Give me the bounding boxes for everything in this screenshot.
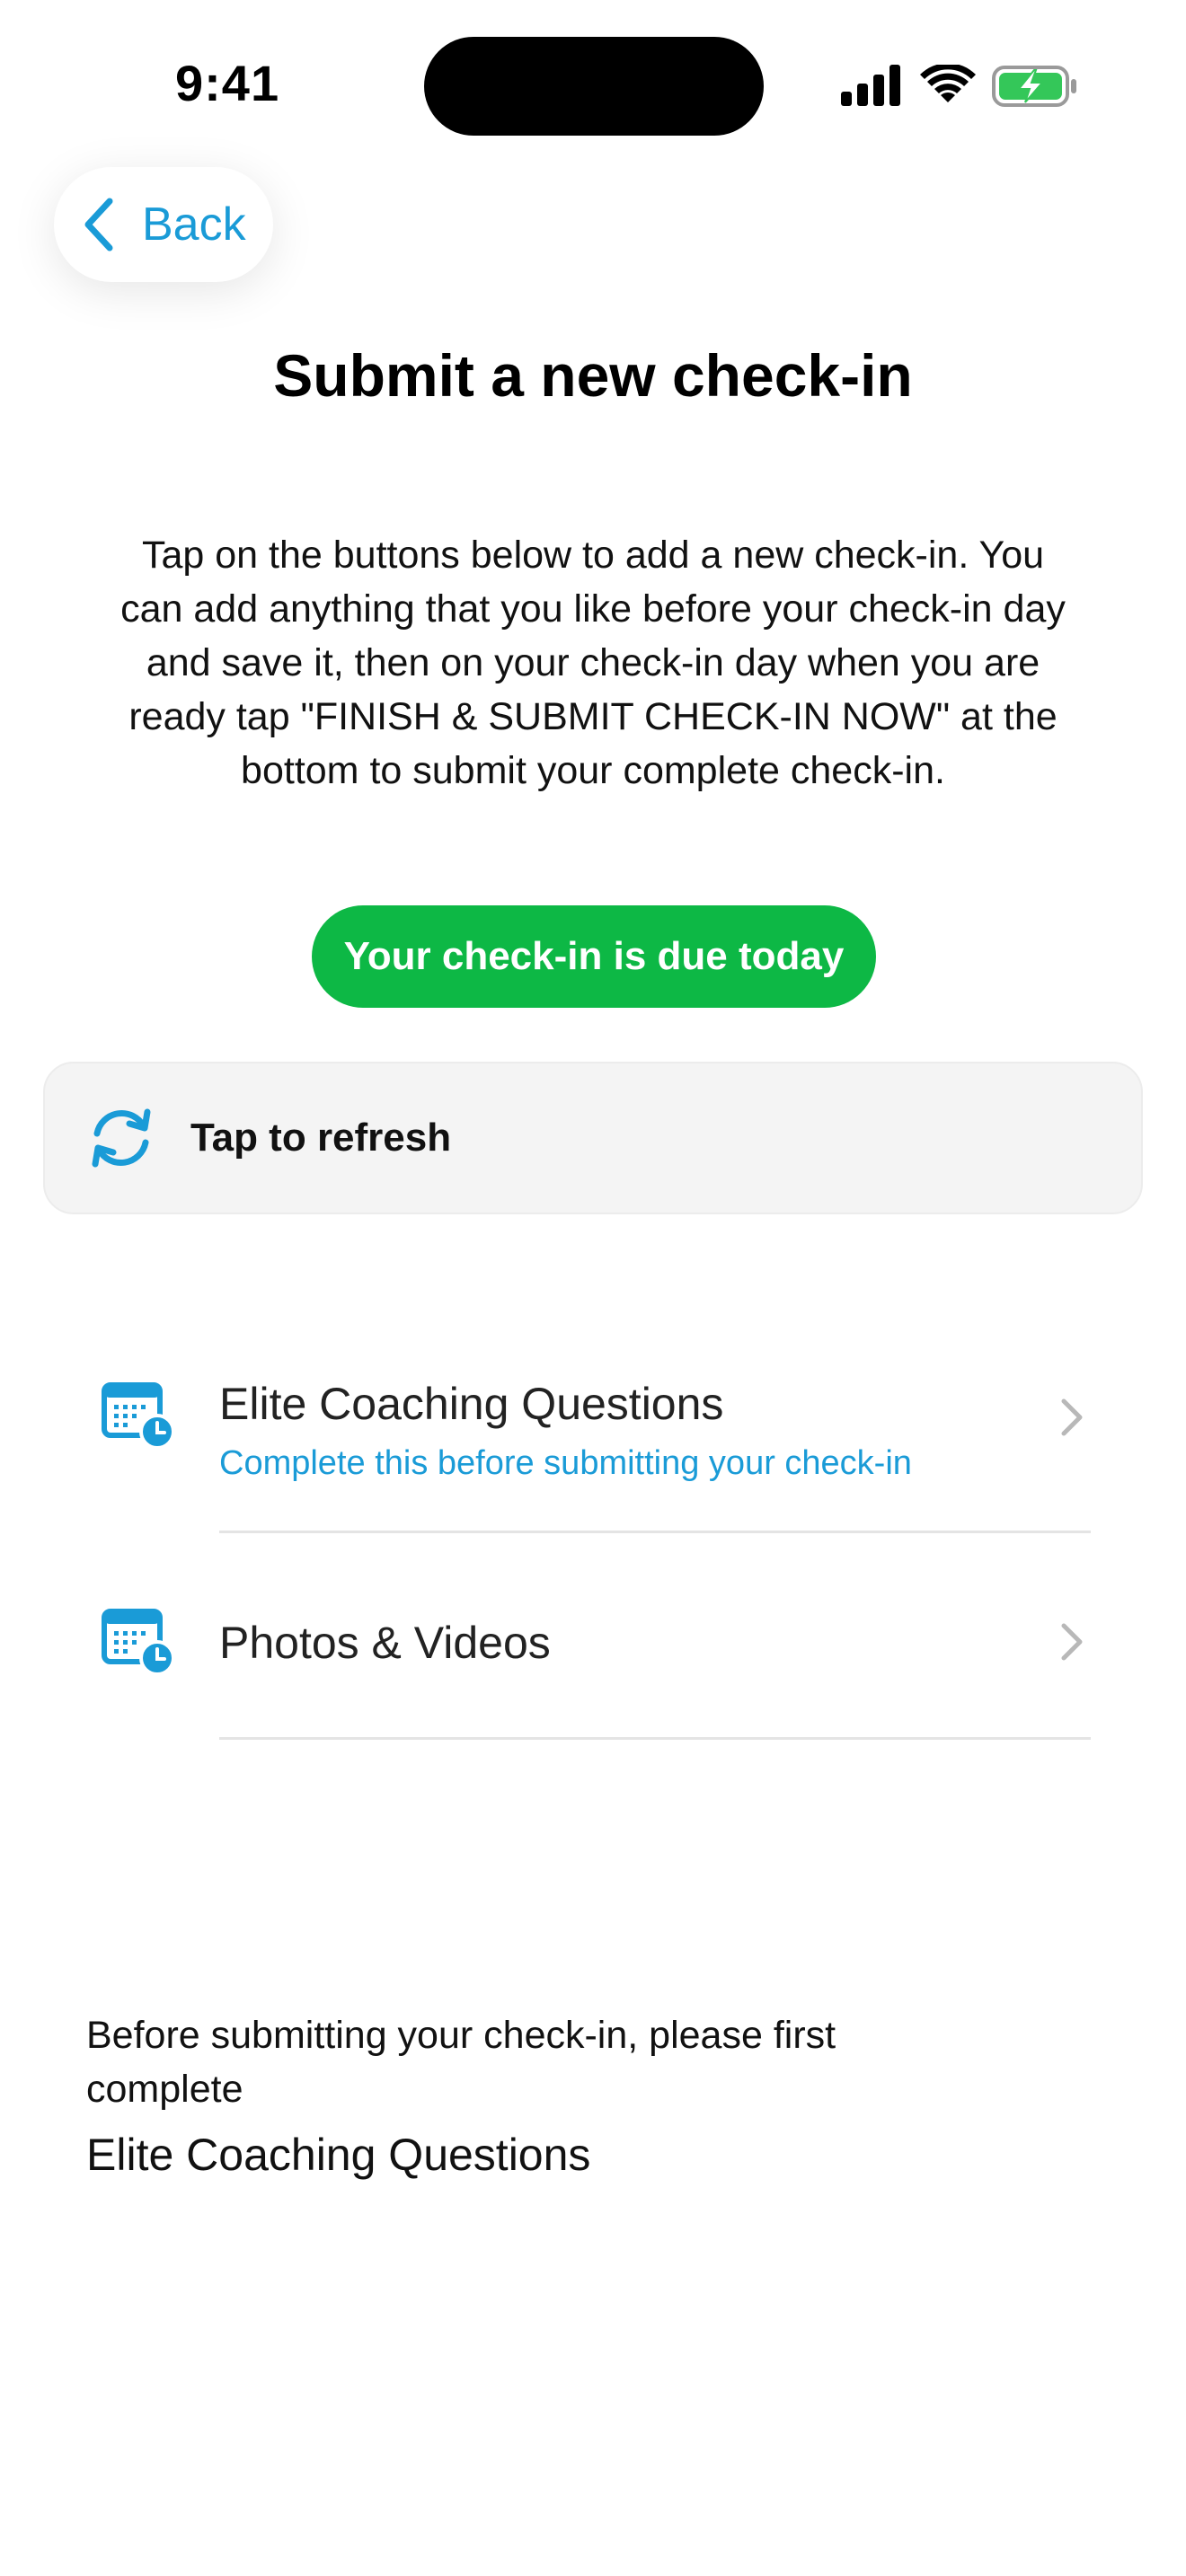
divider — [219, 1531, 1091, 1533]
pending-requirement-note: Before submitting your check-in, please … — [86, 2014, 836, 2111]
status-time: 9:41 — [175, 55, 280, 111]
back-button[interactable]: Back — [54, 167, 273, 282]
list-item-title: Photos & Videos — [219, 1618, 551, 1668]
dynamic-island — [424, 37, 764, 136]
instructions-text: Tap on the buttons below to add a new ch… — [120, 534, 1066, 792]
list-item-elite-coaching-questions[interactable]: Elite Coaching Questions Complete this b… — [0, 1347, 1186, 1536]
wifi-icon — [920, 65, 976, 102]
pending-requirement-item: Elite Coaching Questions — [86, 2130, 591, 2180]
page-title: Submit a new check-in — [273, 342, 913, 409]
list-item-title: Elite Coaching Questions — [219, 1379, 724, 1429]
battery-charging-icon — [992, 66, 1076, 107]
calendar-clock-icon — [102, 1382, 175, 1450]
calendar-clock-icon — [102, 1609, 175, 1676]
cellular-signal-icon — [841, 65, 900, 106]
refresh-button[interactable]: Tap to refresh — [43, 1062, 1143, 1214]
chevron-left-icon — [84, 198, 113, 251]
divider — [219, 1737, 1091, 1740]
due-status-badge: Your check-in is due today — [312, 905, 876, 1008]
refresh-label: Tap to refresh — [190, 1116, 452, 1160]
chevron-right-icon — [1061, 1398, 1083, 1436]
chevron-right-icon — [1061, 1623, 1083, 1661]
refresh-icon — [92, 1108, 151, 1168]
list-item-subtitle: Complete this before submitting your che… — [219, 1444, 912, 1482]
check-in-screen: 9:41 Back Submit a new check-in Tap on t… — [0, 0, 1186, 2576]
list-item-photos-videos[interactable]: Photos & Videos — [0, 1583, 1186, 1742]
back-label: Back — [142, 198, 246, 251]
status-icons — [841, 65, 1080, 108]
